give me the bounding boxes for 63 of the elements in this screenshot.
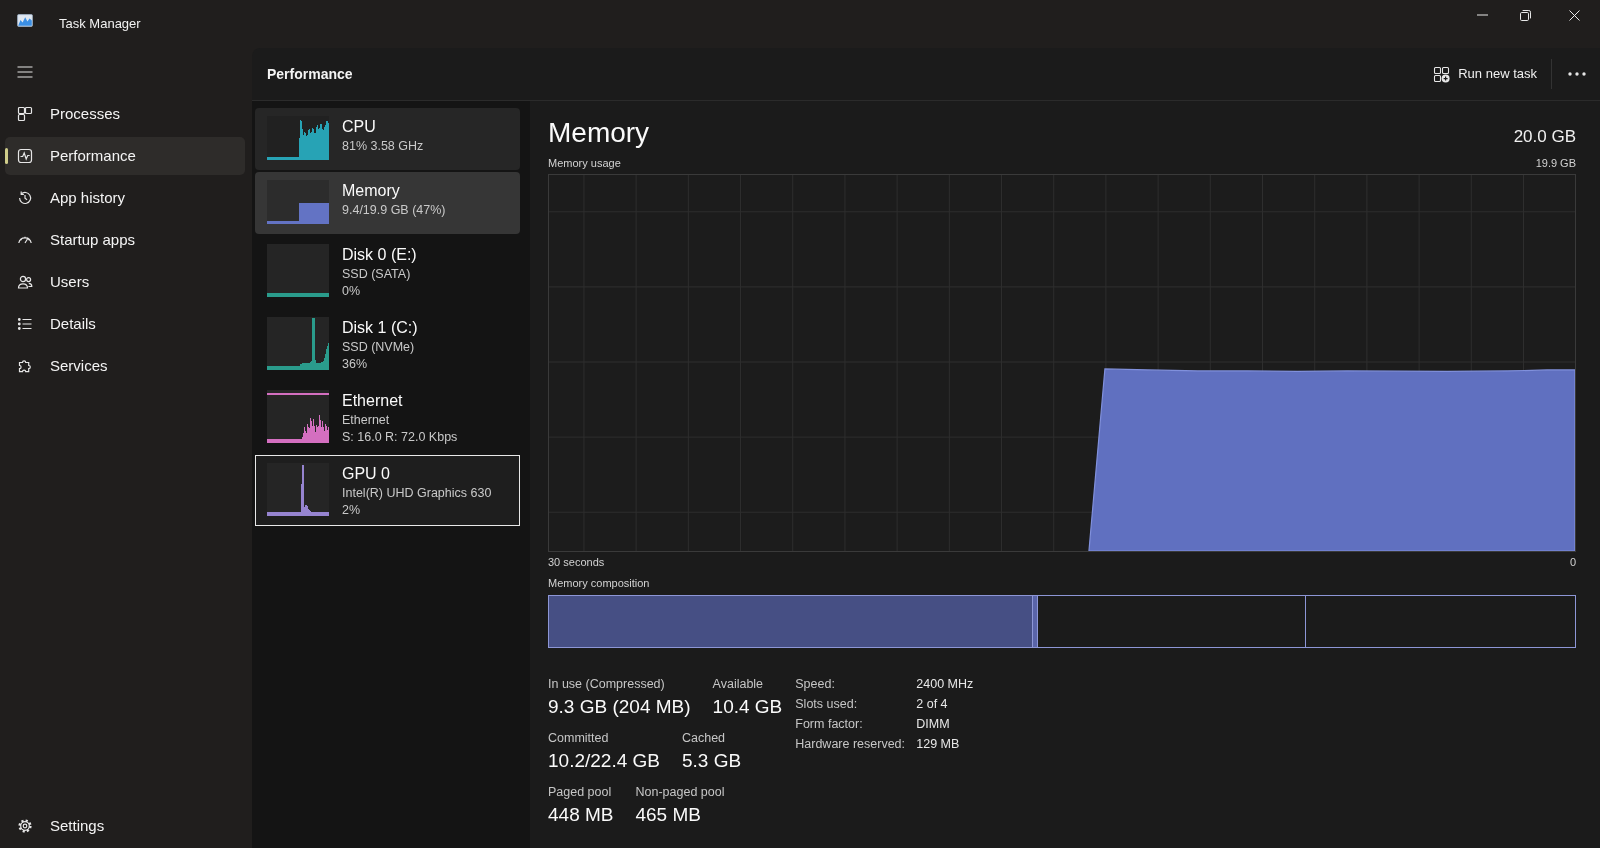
stat-label: Available xyxy=(712,676,765,692)
window-title: Task Manager xyxy=(59,15,141,34)
settings-item[interactable]: Settings xyxy=(5,807,245,845)
stat-label: Committed xyxy=(548,730,610,746)
stat-value: 9.3 GB (204 MB) xyxy=(548,695,691,719)
spec-label: Hardware reserved: xyxy=(795,736,907,753)
users-icon xyxy=(17,274,33,290)
nav-item[interactable]: Processes xyxy=(5,95,245,133)
spec-value: 129 MB xyxy=(916,736,961,753)
run-new-task-button[interactable]: Run new task xyxy=(1433,64,1537,84)
more-icon[interactable] xyxy=(1568,72,1586,76)
spec-value: DIMM xyxy=(916,716,951,733)
composition-label: Memory composition xyxy=(548,576,651,590)
graph-label: Memory usage xyxy=(548,156,621,170)
nav-item[interactable]: App history xyxy=(5,179,245,217)
page-title: Performance xyxy=(267,64,353,84)
stat-label: In use (Compressed) xyxy=(548,676,666,692)
device-item[interactable]: Ethernet Ethernet S: 16.0 R: 72.0 Kbps xyxy=(255,382,520,453)
chart-app-icon xyxy=(17,13,33,27)
stat-value: 10.2/22.4 GB xyxy=(548,749,660,773)
device-item[interactable]: Memory 9.4/19.9 GB (47%) xyxy=(255,172,520,234)
device-item[interactable]: Disk 0 (E:) SSD (SATA) 0% xyxy=(255,236,520,307)
spec-value: 2 of 4 xyxy=(916,696,949,713)
usage-sparkline xyxy=(267,317,329,370)
detail-title: Memory xyxy=(548,116,650,150)
memory-total: 20.0 GB xyxy=(1513,126,1576,148)
time-end-label: 0 xyxy=(1569,555,1576,569)
nav-item[interactable]: Details xyxy=(5,305,245,343)
restore-icon[interactable] xyxy=(1520,9,1531,21)
stat-value: 448 MB xyxy=(548,803,614,827)
list-icon xyxy=(17,316,33,332)
spec-label: Slots used: xyxy=(795,696,859,713)
close-icon[interactable] xyxy=(1569,9,1580,21)
usage-sparkline xyxy=(267,390,329,443)
pulse-icon xyxy=(17,148,33,164)
puzzle-icon xyxy=(17,358,33,374)
stat-label: Cached xyxy=(681,730,727,746)
usage-sparkline xyxy=(267,180,329,224)
menu-icon[interactable] xyxy=(17,64,33,80)
usage-sparkline xyxy=(267,244,329,297)
spec-value: 2400 MHz xyxy=(916,676,974,693)
settings-icon xyxy=(17,818,33,834)
stat-label: Paged pool xyxy=(548,784,613,800)
device-item[interactable]: GPU 0 Intel(R) UHD Graphics 630 2% xyxy=(255,455,520,526)
time-span-label: 30 seconds xyxy=(548,555,605,569)
stat-value: 5.3 GB xyxy=(681,749,742,773)
stat-value: 10.4 GB xyxy=(712,695,783,719)
panels-icon xyxy=(17,106,33,122)
spec-label: Speed: xyxy=(795,676,836,693)
nav-item[interactable]: Startup apps xyxy=(5,221,245,259)
history-icon xyxy=(17,190,33,206)
stat-value: 465 MB xyxy=(635,803,702,827)
new-task-icon xyxy=(1433,65,1451,83)
usage-sparkline xyxy=(267,463,329,516)
nav-item[interactable]: Services xyxy=(5,347,245,385)
nav-item[interactable]: Performance xyxy=(5,137,245,175)
nav-item[interactable]: Users xyxy=(5,263,245,301)
device-item[interactable]: CPU 81% 3.58 GHz xyxy=(255,108,520,170)
device-item[interactable]: Disk 1 (C:) SSD (NVMe) 36% xyxy=(255,309,520,380)
usage-sparkline xyxy=(267,116,329,160)
graph-max-label: 19.9 GB xyxy=(1535,156,1576,170)
stat-label: Non-paged pool xyxy=(635,784,725,800)
spec-label: Form factor: xyxy=(795,716,864,733)
